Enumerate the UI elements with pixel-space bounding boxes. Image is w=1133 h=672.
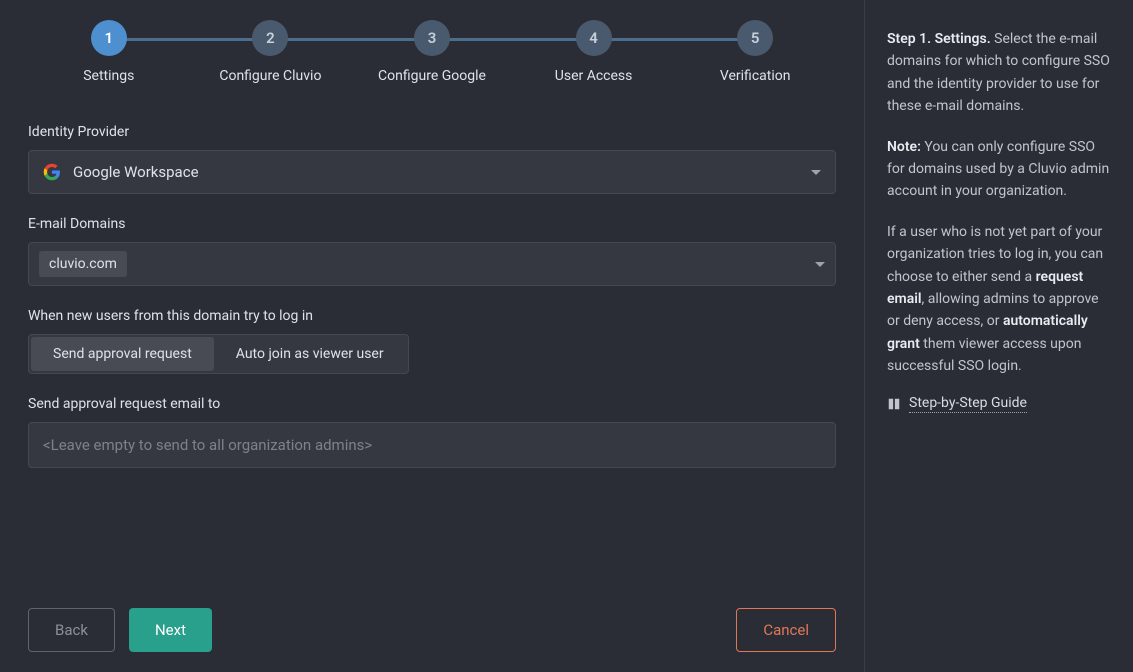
step-verification[interactable]: 5 Verification [674,20,836,84]
book-icon [887,397,901,411]
footer-buttons: Back Next Cancel [28,588,836,652]
step-label-user-access: User Access [555,68,633,84]
send-approval-request-option[interactable]: Send approval request [31,337,214,371]
step-number-5: 5 [737,20,773,56]
guide-link-text: Step-by-Step Guide [909,395,1027,413]
new-users-toggle-group: Send approval request Auto join as viewe… [28,334,409,374]
step-configure-google[interactable]: 3 Configure Google [351,20,513,84]
chevron-down-icon [811,170,821,175]
identity-provider-select[interactable]: Google Workspace [28,150,836,194]
help-sidebar: Step 1. Settings. Select the e-mail doma… [865,0,1133,672]
next-button[interactable]: Next [129,608,212,652]
help-step-title: Step 1. Settings. [887,31,991,47]
step-label-settings: Settings [83,68,134,84]
help-paragraph-1: Step 1. Settings. Select the e-mail doma… [887,28,1111,118]
step-label-configure-cluvio: Configure Cluvio [219,68,321,84]
help-paragraph-2: Note: You can only configure SSO for dom… [887,136,1111,203]
help-paragraph-3: If a user who is not yet part of your or… [887,221,1111,378]
email-domains-label: E-mail Domains [28,216,836,232]
step-by-step-guide-link[interactable]: Step-by-Step Guide [887,395,1111,413]
step-label-verification: Verification [720,68,791,84]
chevron-down-icon [815,262,825,267]
step-number-4: 4 [576,20,612,56]
approval-email-label: Send approval request email to [28,396,836,412]
back-button[interactable]: Back [28,608,115,652]
approval-email-input[interactable] [28,422,836,468]
wizard-stepper: 1 Settings 2 Configure Cluvio 3 Configur… [28,20,836,84]
cancel-button[interactable]: Cancel [736,608,836,652]
auto-join-viewer-option[interactable]: Auto join as viewer user [214,337,406,371]
domain-tag: cluvio.com [39,251,127,277]
step-configure-cluvio[interactable]: 2 Configure Cluvio [190,20,352,84]
step-number-3: 3 [414,20,450,56]
main-content: 1 Settings 2 Configure Cluvio 3 Configur… [0,0,865,672]
identity-provider-value: Google Workspace [73,163,199,181]
step-settings[interactable]: 1 Settings [28,20,190,84]
help-note-label: Note: [887,139,921,155]
google-icon [43,163,61,181]
email-domains-select[interactable]: cluvio.com [28,242,836,286]
step-user-access[interactable]: 4 User Access [513,20,675,84]
step-number-1: 1 [91,20,127,56]
step-number-2: 2 [252,20,288,56]
new-users-label: When new users from this domain try to l… [28,308,836,324]
step-label-configure-google: Configure Google [378,68,486,84]
identity-provider-label: Identity Provider [28,124,836,140]
